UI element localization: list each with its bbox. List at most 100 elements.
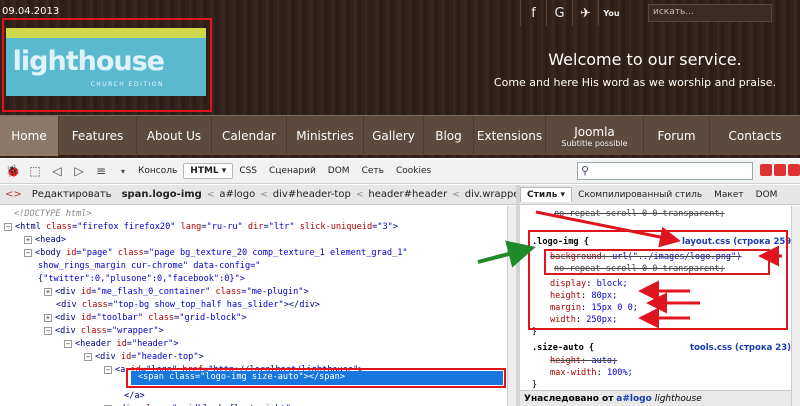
tag-open: <header id="header"> <box>75 339 179 349</box>
breadcrumb-item[interactable]: span.logo-img <box>117 189 207 200</box>
tab-style-dom[interactable]: DOM <box>750 188 784 202</box>
style-tabs: Стиль ▾ Скомпилированный стиль Макет DOM <box>520 185 800 205</box>
devtools-search-input[interactable]: ⚲ <box>577 162 753 180</box>
nav-home[interactable]: Home <box>0 116 59 156</box>
breadcrumb-separator: < <box>355 189 364 200</box>
tree-node-html[interactable]: − <html class="firefox firefox20" lang="r… <box>4 221 398 234</box>
inherited-label: Унаследовано от <box>524 394 614 404</box>
welcome-tagline: Come and here His word as we worship and… <box>493 76 777 89</box>
tree-node-wrapper[interactable]: − <div class="wrapper"> <box>44 325 164 338</box>
selected-node-highlight-box <box>126 368 506 388</box>
breadcrumb-separator: < <box>260 189 268 200</box>
breadcrumb-item[interactable]: a#logo <box>214 189 260 200</box>
back-icon[interactable]: ◁ <box>48 162 66 180</box>
expand-toggle-icon[interactable]: + <box>24 235 32 244</box>
breadcrumb-item[interactable]: header#header <box>363 189 452 200</box>
nav-blog[interactable]: Blog <box>424 116 474 156</box>
tab-css[interactable]: CSS <box>233 164 263 178</box>
tree-node-flash[interactable]: + <div id="me_flash_0_container" class="m… <box>44 286 309 299</box>
date-label: 09.04.2013 <box>2 6 60 17</box>
site-search-input[interactable]: искать... <box>648 4 772 22</box>
collapse-toggle-icon[interactable]: − <box>84 352 92 361</box>
breadcrumb: <> Редактировать span.logo-img < a#logo … <box>0 185 524 205</box>
nav-forum[interactable]: Forum <box>644 116 710 156</box>
tag-text: <head> <box>35 235 67 245</box>
facebook-icon[interactable]: f <box>520 0 546 26</box>
inherited-strike-line: no-repeat scroll 0 0 transparent; <box>554 209 725 219</box>
logo-accent-bar <box>6 28 206 38</box>
edit-button[interactable]: Редактировать <box>27 189 117 200</box>
tag-open: <body id="page" class="page bg_texture_2… <box>35 248 408 258</box>
expand-toggle-icon[interactable]: + <box>44 313 52 322</box>
twitter-icon[interactable]: ✈ <box>572 0 598 26</box>
minimize-icon[interactable] <box>760 164 772 176</box>
rule-highlight-box <box>528 230 788 330</box>
inherited-element-link[interactable]: a#logo <box>616 394 652 404</box>
tab-style[interactable]: Стиль ▾ <box>520 187 573 202</box>
nav-contacts[interactable]: Contacts <box>710 116 800 156</box>
html-tree-panel: <!DOCTYPE html> − <html class="firefox fi… <box>0 206 516 406</box>
logo-highlight-box: lighthouse CHURCH EDITION <box>2 18 212 112</box>
menu-icon[interactable]: ≡ <box>92 162 110 180</box>
tree-node-header[interactable]: − <header id="header"> <box>64 338 179 351</box>
logo-text: lighthouse <box>12 46 165 77</box>
css-prop-max-width[interactable]: max-width: 100%; <box>550 367 633 380</box>
collapse-toggle-icon[interactable]: − <box>104 365 112 374</box>
nav-joomla[interactable]: Joomla Subtitle possible <box>546 116 644 156</box>
tab-dom[interactable]: DOM <box>322 164 356 178</box>
style-scrollbar[interactable] <box>791 206 800 406</box>
tab-net[interactable]: Сеть <box>356 164 390 178</box>
nav-about-us[interactable]: About Us <box>137 116 212 156</box>
tag-open: <html class="firefox firefox20" lang="ru… <box>15 222 399 232</box>
nav-extensions[interactable]: Extensions <box>474 116 546 156</box>
tree-node-toolbar[interactable]: + <div id="toolbar" class="grid-block"> <box>44 312 247 325</box>
breadcrumb-separator: < <box>206 189 215 200</box>
tag-open: <div class="wrapper"> <box>55 326 164 336</box>
doctype-line: <!DOCTYPE html> <box>14 209 92 219</box>
google-icon[interactable]: G <box>546 0 572 26</box>
rule-source-link[interactable]: tools.css (строка 23) <box>690 342 791 355</box>
tree-node-top-bg[interactable]: <div class="top-bg show_top_half has_sli… <box>56 299 320 312</box>
tree-node-body[interactable]: − <body id="page" class="page bg_texture_… <box>24 247 408 260</box>
search-icon: ⚲ <box>581 164 590 177</box>
body-attr-continuation-2: {"twitter":0,"plusone":0,"facebook":0}"> <box>38 274 245 284</box>
tab-script[interactable]: Сценарий <box>263 164 322 178</box>
logo-subtitle: CHURCH EDITION <box>90 81 164 88</box>
breadcrumb-item[interactable]: div#header-top <box>268 189 356 200</box>
detach-icon[interactable] <box>774 164 786 176</box>
tag-open: <div id="toolbar" class="grid-block"> <box>55 313 247 323</box>
nav-calendar[interactable]: Calendar <box>212 116 287 156</box>
tab-console[interactable]: Консоль <box>132 164 183 178</box>
nav-ministries[interactable]: Ministries <box>287 116 364 156</box>
body-attr-continuation: show_rings_margin cur-chrome" data-confi… <box>38 261 261 271</box>
nav-gallery[interactable]: Gallery <box>364 116 424 156</box>
style-panel: no-repeat scroll 0 0 transparent; .logo-… <box>520 206 800 406</box>
close-icon[interactable] <box>788 164 800 176</box>
expand-toggle-icon[interactable]: + <box>44 287 52 296</box>
tree-node-header-top[interactable]: − <div id="header-top"> <box>84 351 204 364</box>
breadcrumb-back-icon[interactable]: <> <box>0 189 27 200</box>
tab-layout[interactable]: Макет <box>708 188 750 202</box>
rule-selector[interactable]: .size-auto { <box>532 342 594 355</box>
social-links: f G ✈ You <box>520 0 624 26</box>
nav-features[interactable]: Features <box>59 116 137 156</box>
forward-icon[interactable]: ▷ <box>70 162 88 180</box>
tab-cookies[interactable]: Cookies <box>390 164 437 178</box>
site-logo[interactable]: lighthouse CHURCH EDITION <box>6 38 206 96</box>
tag-open: <div id="me_flash_0_container" class="me… <box>55 287 309 297</box>
tab-computed-style[interactable]: Скомпилированный стиль <box>572 188 708 202</box>
inherited-from-bar: Унаследовано от a#logo lighthouse <box>520 390 791 406</box>
youtube-icon[interactable]: You <box>598 0 624 26</box>
collapse-toggle-icon[interactable]: − <box>44 326 52 335</box>
tag-open: <div id="header-top"> <box>95 352 204 362</box>
collapse-toggle-icon[interactable]: − <box>24 248 32 257</box>
inspect-icon[interactable]: ⬚ <box>26 162 44 180</box>
website-header: 09.04.2013 lighthouse CHURCH EDITION f G… <box>0 0 800 158</box>
firebug-icon[interactable]: 🐞 <box>4 162 22 180</box>
collapse-toggle-icon[interactable]: − <box>64 339 72 348</box>
tree-scrollbar[interactable] <box>507 206 516 406</box>
collapse-toggle-icon[interactable]: − <box>4 222 12 231</box>
tree-node-head[interactable]: + <head> <box>24 234 66 247</box>
dropdown-icon[interactable]: ▾ <box>114 162 132 180</box>
tab-html[interactable]: HTML ▾ <box>183 163 234 179</box>
